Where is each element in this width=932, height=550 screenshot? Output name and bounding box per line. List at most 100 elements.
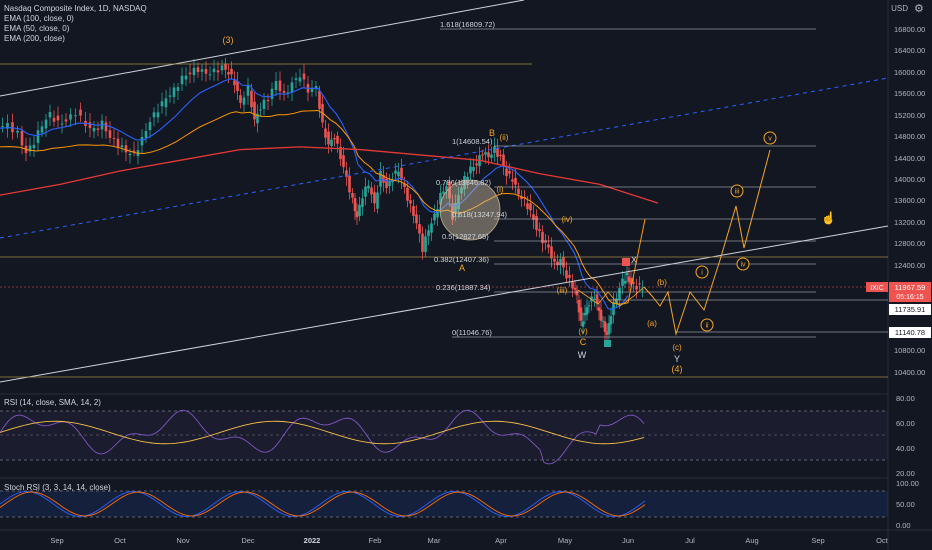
time-axis-label: Feb — [369, 536, 382, 545]
candle-body — [60, 123, 64, 125]
candle-body — [160, 101, 164, 107]
candle-body — [104, 122, 108, 132]
wave-circle-label: v — [768, 136, 772, 143]
candle-body — [421, 233, 424, 252]
candle-body — [538, 229, 541, 232]
wave-label: W — [578, 350, 587, 360]
currency-label: USD — [891, 4, 908, 13]
wave-label: C — [580, 337, 587, 347]
candle-body — [370, 187, 373, 195]
chart-canvas[interactable]: 16800.00 16400.00 16000.00 15600.00 15200.00… — [0, 0, 932, 550]
candle-body — [565, 270, 568, 279]
candle-body — [274, 81, 278, 91]
candle-body — [348, 175, 351, 193]
candle-body — [568, 274, 571, 278]
candle-body — [638, 283, 641, 285]
candle-body — [156, 112, 160, 118]
time-axis-label: Oct — [876, 536, 889, 545]
price-axis-label: 10400.00 — [894, 368, 925, 377]
candle-body — [442, 191, 445, 194]
candle-body — [541, 231, 544, 244]
candle-body — [184, 75, 188, 80]
stoch-band — [0, 491, 888, 517]
time-axis-label: Sep — [50, 536, 63, 545]
rsi-axis-label: 60.00 — [896, 419, 915, 428]
legend-ema100[interactable]: EMA (100, close, 0) — [4, 14, 147, 24]
time-axis-label: Mar — [428, 536, 441, 545]
fib-level-label: 1(14608.54) — [452, 137, 493, 146]
candle-body — [302, 73, 306, 80]
candle-body — [593, 298, 596, 300]
candle-body — [200, 69, 204, 72]
time-axis-label: 2022 — [304, 536, 321, 545]
candle-body — [412, 205, 415, 216]
candle-body — [176, 87, 180, 91]
wave-label: (i) — [496, 185, 503, 194]
candle-body — [242, 97, 246, 105]
wave-label: A — [459, 263, 465, 273]
legend-ema200[interactable]: EMA (200, close) — [4, 34, 147, 44]
fib-level-label: 0.236(11887.34) — [436, 283, 491, 292]
candle-body — [44, 119, 48, 129]
stoch-axis-label: 0.00 — [896, 521, 911, 530]
candle-body — [367, 185, 370, 189]
candle-body — [48, 112, 52, 118]
wave-label: X — [631, 255, 637, 265]
time-axis-label: Nov — [176, 536, 190, 545]
candle-body — [278, 80, 282, 92]
settings-gear-icon[interactable]: ⚙ — [914, 2, 926, 15]
wave-label: (3) — [223, 35, 234, 45]
wave-label: (c) — [672, 343, 682, 352]
candle-body — [587, 305, 591, 307]
candle-body — [562, 256, 565, 268]
stoch-axis-label: 100.00 — [896, 479, 919, 488]
candle-body — [324, 128, 327, 138]
candle-body — [96, 128, 100, 130]
candle-body — [599, 309, 603, 321]
candle-body — [609, 316, 613, 325]
candle-body — [430, 223, 433, 233]
candle-body — [262, 99, 266, 109]
candle-body — [180, 75, 184, 85]
price-axis-label: 15200.00 — [894, 111, 925, 120]
candle-body — [496, 147, 499, 157]
ticker-tag-label: IXIC — [870, 285, 884, 292]
candle-body — [112, 138, 116, 140]
legend-title: Nasdaq Composite Index, 1D, NASDAQ — [4, 4, 147, 13]
candle-body — [625, 272, 629, 276]
time-axis-label: Sep — [811, 536, 824, 545]
fib-level-label: 1.618(16809.72) — [440, 20, 496, 29]
candle-body — [16, 130, 19, 133]
chart-legend: Nasdaq Composite Index, 1D, NASDAQ EMA (… — [4, 4, 147, 44]
candle-body — [409, 200, 412, 204]
candle-body — [1, 125, 4, 127]
candle-body — [253, 101, 256, 120]
w-marker — [604, 340, 611, 347]
wave-label: (iii) — [557, 286, 568, 295]
candle-body — [553, 258, 556, 262]
candle-body — [282, 90, 286, 93]
wave-label: (v) — [578, 327, 588, 336]
candle-body — [353, 198, 357, 212]
candle-body — [635, 285, 638, 290]
rsi-label[interactable]: RSI (14, close, SMA, 14, 2) — [4, 398, 101, 407]
rsi-axis-label: 20.00 — [896, 469, 915, 478]
candle-body — [571, 281, 574, 289]
candle-body — [120, 145, 124, 148]
legend-ema50[interactable]: EMA (50, close, 0) — [4, 24, 147, 34]
candle-body — [168, 95, 172, 97]
candle-body — [547, 244, 550, 248]
candle-body — [575, 290, 579, 296]
candle-body — [487, 152, 490, 158]
candle-body — [208, 74, 212, 76]
candle-body — [20, 130, 24, 146]
candle-body — [424, 236, 427, 252]
price-axis-label: 16800.00 — [894, 25, 925, 34]
candle-body — [481, 154, 484, 156]
candle-body — [358, 204, 361, 217]
candle-body — [505, 168, 508, 177]
candle-body — [475, 163, 478, 166]
stoch-label[interactable]: Stoch RSI (3, 3, 14, 14, close) — [4, 483, 111, 492]
candle-body — [472, 166, 475, 171]
candle-body — [246, 84, 250, 96]
